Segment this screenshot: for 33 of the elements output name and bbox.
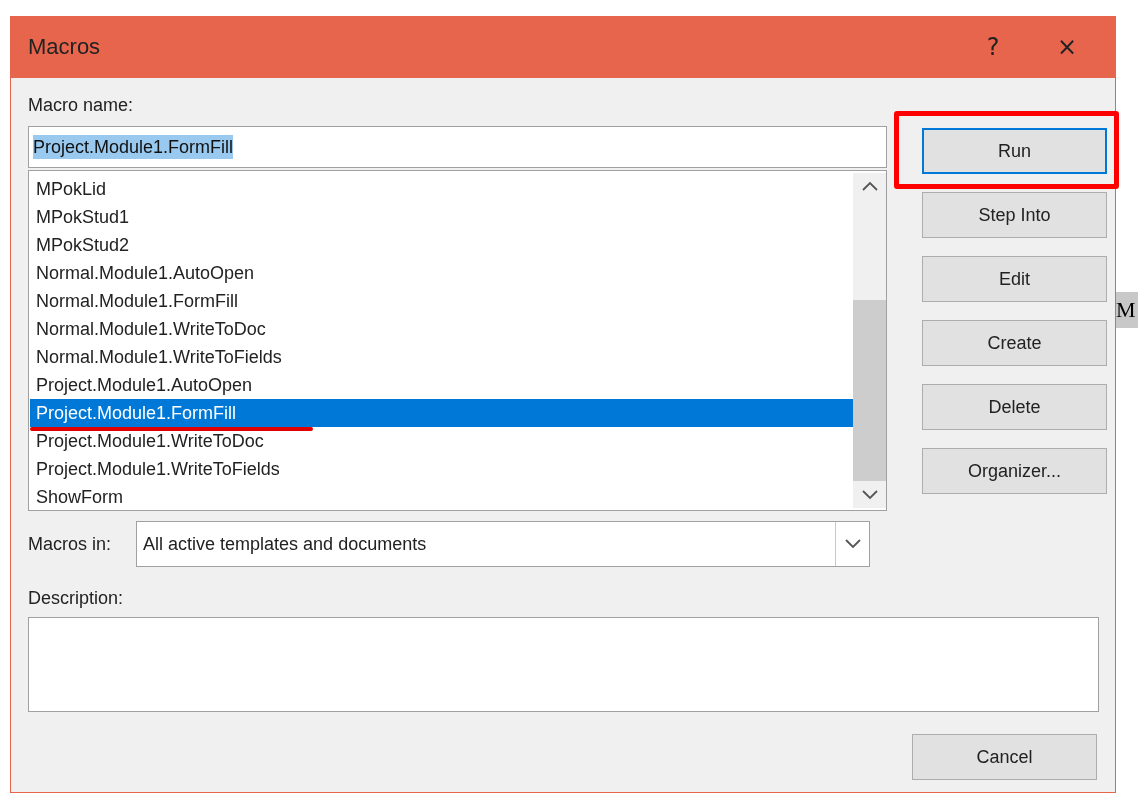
cancel-button[interactable]: Cancel xyxy=(912,734,1097,780)
window-title: Macros xyxy=(28,34,102,60)
close-button[interactable]: × xyxy=(1041,24,1093,70)
description-field[interactable] xyxy=(28,617,1099,712)
macro-list-item[interactable]: Normal.Module1.WriteToFields xyxy=(30,343,853,371)
macros-in-dropdown[interactable]: All active templates and documents xyxy=(136,521,871,567)
macro-list-item[interactable]: MPokLid xyxy=(30,175,853,203)
description-label: Description: xyxy=(28,587,125,609)
macros-in-label: Macros in: xyxy=(28,533,112,555)
macro-list-item[interactable]: Project.Module1.FormFill xyxy=(30,399,853,427)
macro-list-item[interactable]: Normal.Module1.AutoOpen xyxy=(30,259,853,287)
dialog-button[interactable]: Edit xyxy=(922,256,1107,302)
macro-list-item[interactable]: Project.Module1.AutoOpen xyxy=(30,371,853,399)
dialog-button[interactable]: Organizer... xyxy=(922,448,1107,494)
macro-name-field[interactable]: Project.Module1.FormFill xyxy=(28,126,887,168)
macro-list-item[interactable]: MPokStud1 xyxy=(30,203,853,231)
document-text: M xyxy=(1116,292,1138,328)
chevron-up-icon xyxy=(861,181,878,192)
dialog-button[interactable]: Step Into xyxy=(922,192,1107,238)
macro-list-item[interactable]: Normal.Module1.WriteToDoc xyxy=(30,315,853,343)
chevron-down-icon xyxy=(861,489,878,500)
chevron-down-icon xyxy=(844,539,861,549)
macro-list-item[interactable]: Project.Module1.WriteToDoc xyxy=(30,427,853,455)
dialog-button[interactable]: Run xyxy=(922,128,1107,174)
macro-list-item[interactable]: MPokStud2 xyxy=(30,231,853,259)
help-button[interactable]: ? xyxy=(967,24,1019,70)
macro-list-item[interactable]: Normal.Module1.FormFill xyxy=(30,287,853,315)
dialog-button[interactable]: Delete xyxy=(922,384,1107,430)
macro-name-label: Macro name: xyxy=(28,94,135,116)
scroll-thumb[interactable] xyxy=(853,299,886,482)
dialog-button[interactable]: Create xyxy=(922,320,1107,366)
macro-list-item[interactable]: Project.Module1.WriteToFields xyxy=(30,455,853,483)
macro-list-item[interactable]: ShowForm xyxy=(30,483,853,511)
